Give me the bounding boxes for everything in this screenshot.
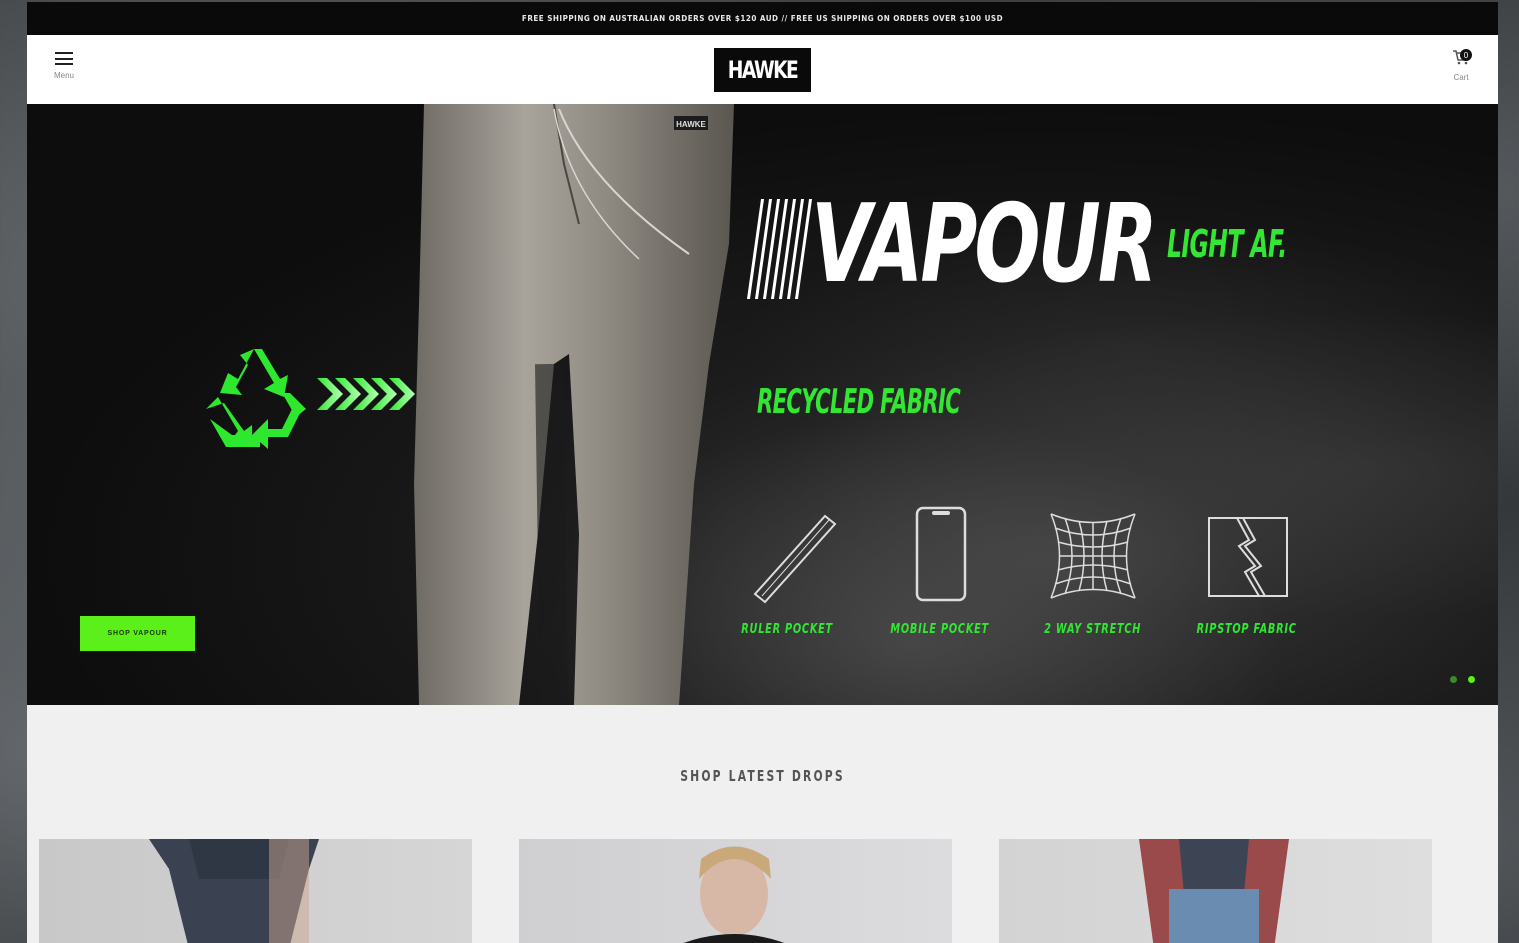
cart-count-badge: 0 [1460, 49, 1472, 61]
feature-label: MOBILE POCKET [890, 622, 990, 637]
product-image [683, 846, 785, 943]
product-card[interactable] [39, 839, 472, 943]
hero-banner[interactable]: HAWKE VAPOUR LIGHT AF. RECYCLED FABRIC R… [27, 104, 1498, 705]
ripstop-icon [1208, 517, 1288, 597]
stretch-grid-icon [1050, 513, 1136, 599]
menu-label: Menu [53, 71, 74, 80]
product-image [149, 839, 319, 943]
slide-dot-2-active[interactable] [1468, 676, 1475, 683]
ruler-icon [753, 514, 837, 604]
browser-page: FREE SHIPPING ON AUSTRALIAN ORDERS OVER … [27, 2, 1498, 943]
product-card[interactable] [519, 839, 952, 943]
pants-tag-text: HAWKE [676, 120, 706, 129]
feature-mobile-pocket: MOBILE POCKET [865, 506, 1015, 638]
menu-button[interactable]: Menu [49, 52, 79, 86]
feature-label: RULER POCKET [741, 622, 833, 637]
feature-2-way-stretch: 2 WAY STRETCH [1018, 506, 1168, 638]
hero-subtitle: RECYCLED FABRIC [757, 382, 961, 422]
logo-text: HAWKE [727, 55, 799, 84]
recycle-icon [206, 349, 306, 449]
feature-label: 2 WAY STRETCH [1044, 622, 1142, 637]
announcement-text: FREE SHIPPING ON AUSTRALIAN ORDERS OVER … [521, 14, 1004, 23]
product-grid [39, 839, 1432, 943]
hamburger-icon [55, 52, 73, 65]
slide-dot-1[interactable] [1450, 676, 1457, 683]
site-header: Menu HAWKE 0 Cart [27, 35, 1498, 104]
hero-title: VAPOUR [811, 182, 1158, 307]
feature-label: RIPSTOP FABRIC [1197, 622, 1297, 637]
phone-icon [915, 506, 967, 602]
cart-button[interactable]: 0 Cart [1446, 49, 1476, 89]
pants-image: HAWKE [414, 104, 734, 705]
site-logo[interactable]: HAWKE [714, 47, 811, 92]
hero-tagline: LIGHT AF. [1167, 222, 1287, 266]
product-image [1139, 839, 1289, 943]
feature-ruler-pocket: RULER POCKET [712, 506, 862, 638]
cart-label: Cart [1453, 73, 1469, 82]
speed-stripes-icon [746, 199, 813, 299]
product-card[interactable] [999, 839, 1432, 943]
slider-dots [1450, 676, 1475, 683]
section-title: SHOP LATEST DROPS [680, 767, 845, 785]
shop-vapour-button[interactable]: SHOP VAPOUR [80, 616, 195, 651]
feature-ripstop-fabric: RIPSTOP FABRIC [1172, 506, 1322, 638]
arrows-icon [317, 378, 415, 410]
announcement-bar: FREE SHIPPING ON AUSTRALIAN ORDERS OVER … [27, 2, 1498, 35]
